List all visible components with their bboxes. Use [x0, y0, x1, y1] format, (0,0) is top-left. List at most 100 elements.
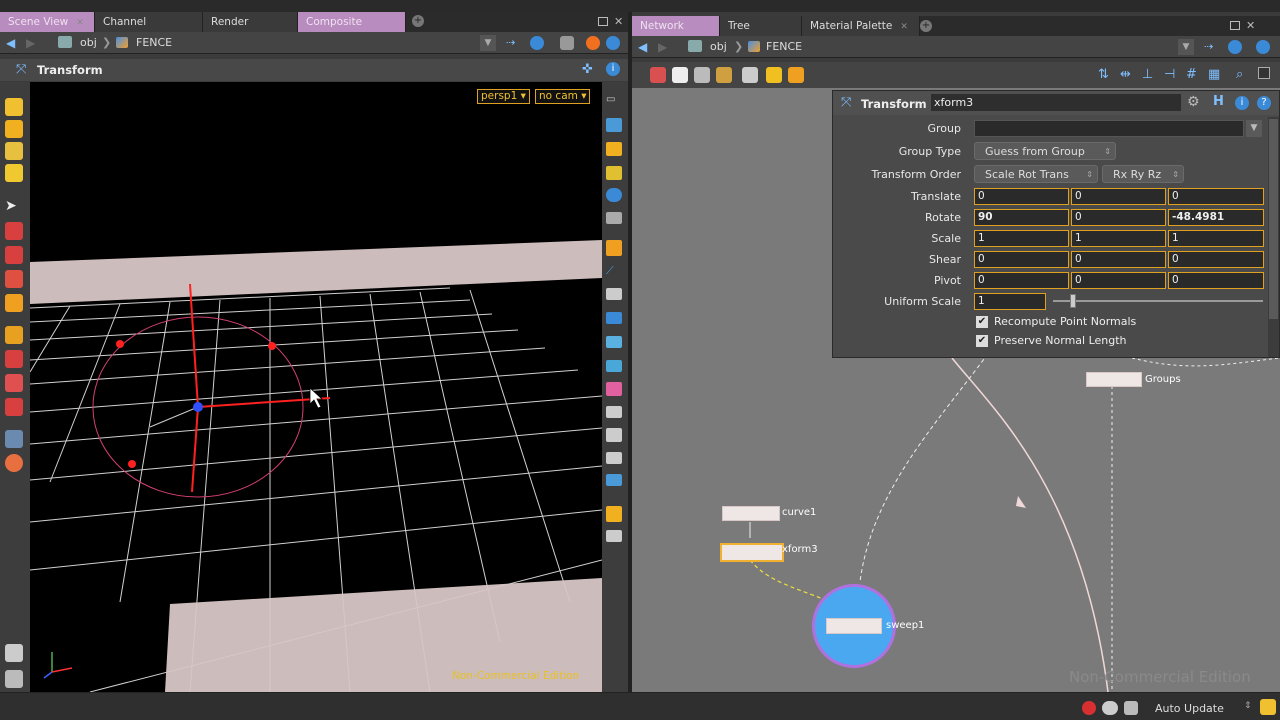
maximize-icon[interactable]: [598, 17, 608, 26]
snapshot-icon[interactable]: [560, 36, 574, 50]
display-icon-1[interactable]: ▭: [606, 94, 622, 108]
group-field[interactable]: [974, 120, 1244, 137]
pin-icon[interactable]: ⇢: [1204, 40, 1218, 54]
rotate-y[interactable]: 0: [1071, 209, 1166, 226]
path-dropdown[interactable]: ▼: [1178, 39, 1194, 55]
groups-node[interactable]: [1086, 372, 1142, 387]
display-icon-19[interactable]: [606, 530, 622, 542]
handle-tool-icon[interactable]: [5, 120, 23, 138]
paint-tool-icon[interactable]: [5, 164, 23, 182]
message-icon[interactable]: [1124, 701, 1138, 715]
link-icon[interactable]: [1228, 40, 1242, 54]
list-view-icon[interactable]: [694, 67, 710, 83]
tab-material-palette[interactable]: Material Palette ✕: [802, 16, 920, 36]
cam-menu[interactable]: no cam ▾: [535, 89, 591, 104]
path-node[interactable]: FENCE: [136, 35, 172, 51]
move-tool-icon[interactable]: [5, 222, 23, 240]
display-icon-8[interactable]: ⟋: [606, 264, 622, 278]
display-icon-15[interactable]: [606, 428, 622, 442]
arrow-tool-icon[interactable]: ➤: [5, 198, 23, 216]
layout-tool-icon[interactable]: [5, 670, 23, 688]
pivot-x[interactable]: 0: [974, 272, 1069, 289]
xform-node[interactable]: [720, 543, 784, 562]
pivot-y[interactable]: 0: [1071, 272, 1166, 289]
zoom-icon[interactable]: ⌕: [1236, 67, 1243, 82]
transform-tool-active-icon[interactable]: [5, 294, 23, 312]
render-icon[interactable]: [586, 36, 600, 50]
display-icon-17[interactable]: [606, 474, 622, 486]
scale-x[interactable]: 1: [974, 230, 1069, 247]
help-icon[interactable]: ?: [1257, 96, 1271, 110]
close-icon[interactable]: ✕: [900, 22, 908, 32]
display-icon-2[interactable]: [606, 118, 622, 132]
translate-x[interactable]: 0: [974, 188, 1069, 205]
display-icon-9[interactable]: [606, 288, 622, 300]
display-icon-11[interactable]: [606, 336, 622, 348]
help-icon[interactable]: [1256, 40, 1270, 54]
display-icon-18[interactable]: [606, 506, 622, 522]
back-icon[interactable]: ◀: [6, 36, 15, 50]
node-name-field[interactable]: xform3: [931, 94, 1181, 111]
uniform-scale-field[interactable]: 1: [974, 293, 1046, 310]
rotate-x[interactable]: 90: [974, 209, 1069, 226]
update-mode-label[interactable]: Auto Update: [1155, 702, 1224, 715]
scale-y[interactable]: 1: [1071, 230, 1166, 247]
tab-scene-view[interactable]: Scene View ✕: [0, 12, 95, 32]
help-icon[interactable]: [606, 36, 620, 50]
magnet-tool-icon[interactable]: [5, 350, 23, 368]
display-icon-5[interactable]: [606, 188, 622, 202]
grid-icon[interactable]: #: [1186, 67, 1197, 82]
lamp-icon[interactable]: [1260, 699, 1276, 715]
flag-icon[interactable]: [742, 67, 758, 83]
uniform-scale-slider-handle[interactable]: [1070, 294, 1076, 308]
group-type-menu[interactable]: Guess from Group ⇕: [974, 142, 1116, 160]
rotation-order-menu[interactable]: Rx Ry Rz ⇕: [1102, 165, 1184, 183]
display-icon-13[interactable]: [606, 382, 622, 396]
bundle-icon[interactable]: [788, 67, 804, 83]
shear-x[interactable]: 0: [974, 251, 1069, 268]
grid-view-icon[interactable]: [716, 67, 732, 83]
add-tab-icon[interactable]: +: [412, 15, 424, 27]
chat-icon[interactable]: [1102, 701, 1118, 715]
add-tab-icon[interactable]: +: [920, 20, 932, 32]
layout-icon[interactable]: ⇅: [1098, 67, 1109, 82]
gear-icon[interactable]: ⚙: [1187, 94, 1200, 110]
path-root[interactable]: obj: [710, 39, 727, 55]
stop-icon[interactable]: [1082, 701, 1096, 715]
display-icon-7[interactable]: [606, 240, 622, 256]
rotate-tool-icon[interactable]: [5, 246, 23, 264]
forward-icon[interactable]: ▶: [658, 40, 667, 54]
tab-network-view[interactable]: Network View✕: [632, 16, 720, 52]
close-pane-icon[interactable]: ✕: [1246, 19, 1255, 32]
network-type-icon[interactable]: [58, 36, 72, 48]
view-tool-icon[interactable]: [5, 326, 23, 344]
curve-node[interactable]: [722, 506, 780, 521]
scale-tool-icon[interactable]: [5, 270, 23, 288]
info-icon[interactable]: i: [1235, 96, 1249, 110]
link-icon[interactable]: [530, 36, 544, 50]
tab-composite-view[interactable]: Composite View✕: [298, 12, 406, 48]
update-mode-spinner-icon[interactable]: ⇕: [1244, 701, 1252, 711]
scale-z[interactable]: 1: [1168, 230, 1264, 247]
connect-icon[interactable]: ⊣: [1164, 67, 1175, 82]
display-icon-12[interactable]: [606, 360, 622, 372]
edit-tool-icon[interactable]: [5, 644, 23, 662]
pin-icon[interactable]: ⇢: [506, 36, 520, 50]
select-tool-icon[interactable]: [5, 98, 23, 116]
sticky-note-icon[interactable]: [672, 67, 688, 83]
pose-tool-icon[interactable]: [5, 142, 23, 160]
close-icon[interactable]: ✕: [76, 18, 84, 28]
new-node-icon[interactable]: [650, 67, 666, 83]
menu-icon[interactable]: [1258, 67, 1270, 79]
display-icon-4[interactable]: [606, 166, 622, 180]
houdini-help-icon[interactable]: H: [1213, 94, 1224, 109]
tab-render-view[interactable]: Render View✕: [203, 12, 298, 48]
shear-z[interactable]: 0: [1168, 251, 1264, 268]
forward-icon[interactable]: ▶: [26, 36, 35, 50]
tree-icon[interactable]: ⊥: [1142, 67, 1153, 82]
sweep-node[interactable]: [826, 618, 882, 634]
uniform-scale-slider-track[interactable]: [1053, 300, 1263, 302]
preserve-normal-checkbox[interactable]: ✔: [976, 335, 988, 347]
display-icon-6[interactable]: [606, 212, 622, 224]
align-icon[interactable]: ⇹: [1120, 67, 1131, 82]
